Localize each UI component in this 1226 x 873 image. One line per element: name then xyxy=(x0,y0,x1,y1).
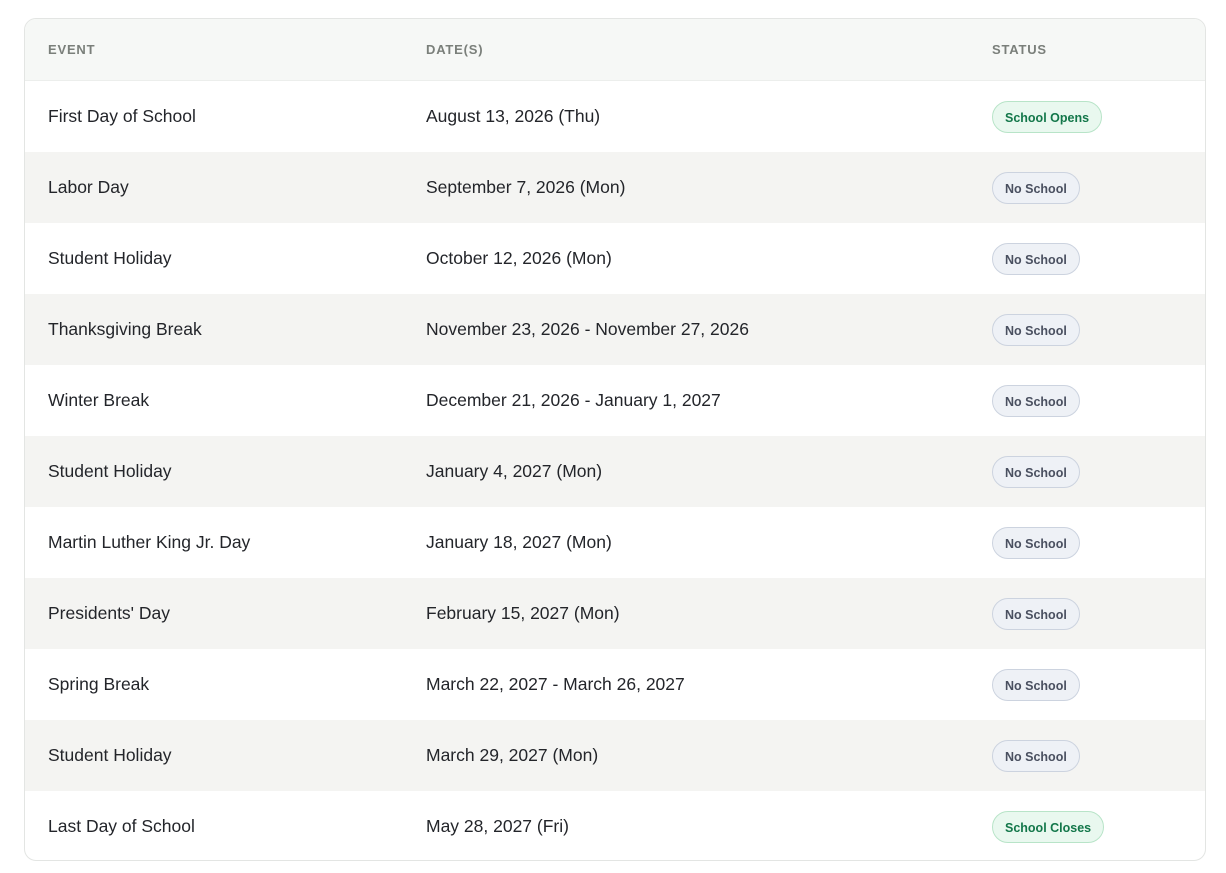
event-cell: Spring Break xyxy=(48,674,150,694)
date-cell: November 23, 2026 - November 27, 2026 xyxy=(426,319,749,339)
table-header: EVENT DATE(S) STATUS xyxy=(25,19,1205,81)
event-cell: Student Holiday xyxy=(48,745,172,765)
date-cell: December 21, 2026 - January 1, 2027 xyxy=(426,390,721,410)
event-cell: Student Holiday xyxy=(48,461,172,481)
table-row: Martin Luther King Jr. Day January 18, 2… xyxy=(25,507,1205,578)
event-cell: Martin Luther King Jr. Day xyxy=(48,532,251,552)
status-badge: No School xyxy=(992,526,1080,559)
table-row: Presidents' Day February 15, 2027 (Mon) … xyxy=(25,578,1205,649)
table-row: Student Holiday October 12, 2026 (Mon) N… xyxy=(25,223,1205,294)
header-event: EVENT xyxy=(48,42,96,57)
status-badge: No School xyxy=(992,597,1080,630)
header-status: STATUS xyxy=(992,42,1047,57)
date-cell: October 12, 2026 (Mon) xyxy=(426,248,612,268)
table-row: Thanksgiving Break November 23, 2026 - N… xyxy=(25,294,1205,365)
table-row: Student Holiday March 29, 2027 (Mon) No … xyxy=(25,720,1205,791)
status-badge: School Opens xyxy=(992,100,1103,133)
status-badge: No School xyxy=(992,313,1080,346)
event-cell: First Day of School xyxy=(48,106,196,126)
event-cell: Presidents' Day xyxy=(48,603,171,623)
date-cell: March 22, 2027 - March 26, 2027 xyxy=(426,674,685,694)
calendar-table: EVENT DATE(S) STATUS First Day of School… xyxy=(24,18,1206,861)
event-cell: Winter Break xyxy=(48,390,150,410)
date-cell: August 13, 2026 (Thu) xyxy=(426,106,601,126)
table-row: Student Holiday January 4, 2027 (Mon) No… xyxy=(25,436,1205,507)
table-row: Spring Break March 22, 2027 - March 26, … xyxy=(25,649,1205,720)
header-dates: DATE(S) xyxy=(426,42,484,57)
table-row: Labor Day September 7, 2026 (Mon) No Sch… xyxy=(25,152,1205,223)
date-cell: March 29, 2027 (Mon) xyxy=(426,745,599,765)
table-row: First Day of School August 13, 2026 (Thu… xyxy=(25,81,1205,152)
table-row: Winter Break December 21, 2026 - January… xyxy=(25,365,1205,436)
event-cell: Thanksgiving Break xyxy=(48,319,202,339)
date-cell: February 15, 2027 (Mon) xyxy=(426,603,620,623)
status-badge: School Closes xyxy=(992,810,1105,843)
status-badge: No School xyxy=(992,668,1080,701)
status-badge: No School xyxy=(992,455,1080,488)
table-row: Last Day of School May 28, 2027 (Fri) Sc… xyxy=(25,791,1205,860)
date-cell: May 28, 2027 (Fri) xyxy=(426,816,569,836)
date-cell: September 7, 2026 (Mon) xyxy=(426,177,626,197)
status-badge: No School xyxy=(992,171,1080,204)
event-cell: Student Holiday xyxy=(48,248,172,268)
status-badge: No School xyxy=(992,384,1080,417)
date-cell: January 4, 2027 (Mon) xyxy=(426,461,603,481)
event-cell: Last Day of School xyxy=(48,816,195,836)
status-badge: No School xyxy=(992,242,1080,275)
date-cell: January 18, 2027 (Mon) xyxy=(426,532,612,552)
status-badge: No School xyxy=(992,739,1080,772)
event-cell: Labor Day xyxy=(48,177,129,197)
